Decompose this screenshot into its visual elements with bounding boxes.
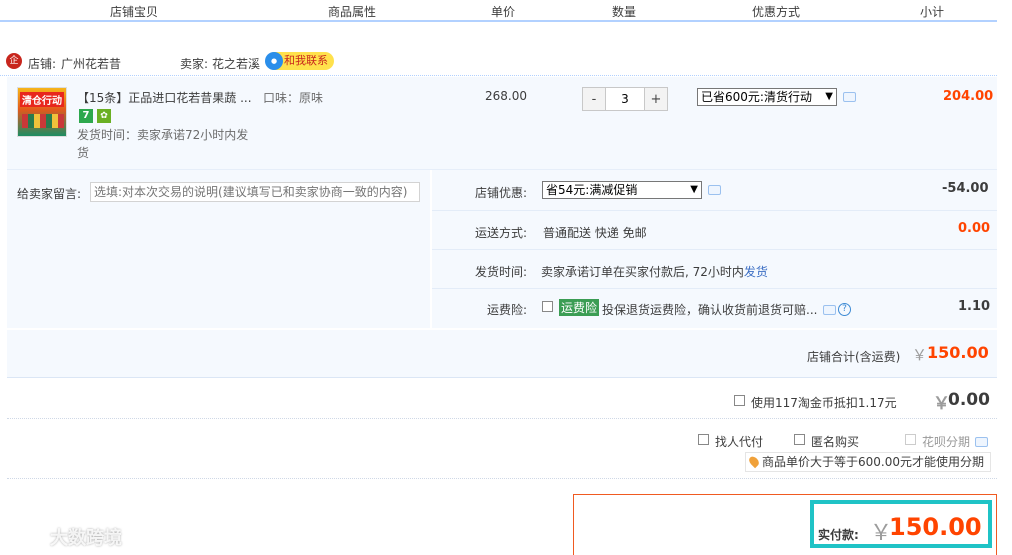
separator: [7, 478, 997, 479]
unit-price: 268.00: [485, 89, 527, 103]
huabei-checkbox[interactable]: [905, 434, 916, 445]
shop-total-bar: 店铺合计(含运费) ￥ 150.00: [7, 330, 997, 378]
col-discount: 优惠方式: [752, 5, 801, 19]
shop-total-currency: ￥: [912, 346, 928, 364]
product-attribute: 口味：原味: [263, 91, 324, 105]
payment-value: 150.00: [889, 513, 982, 541]
divider: [432, 210, 997, 211]
col-unit-price: 单价: [491, 5, 516, 19]
shop-discount-label: 店铺优惠:: [475, 186, 528, 200]
shop-header: 企 店铺: 广州花若昔 卖家: 花之若溪 ● 和我联系: [0, 50, 997, 76]
dropdown-arrow-icon: ▼: [825, 91, 833, 102]
payment-highlight: 实付款: ￥ 150.00: [810, 500, 992, 548]
quantity-increase-button[interactable]: +: [645, 88, 667, 110]
location-pin-icon: [747, 454, 761, 469]
quantity-input[interactable]: [605, 88, 645, 110]
coins-checkbox[interactable]: [734, 395, 745, 406]
insurance-amount: 1.10: [958, 299, 991, 314]
column-header: 店铺宝贝 商品属性 单价 数量 优惠方式 小计: [0, 0, 997, 22]
shop-total-label: 店铺合计(含运费): [807, 350, 901, 364]
payment-summary: 实付款: ￥ 150.00: [573, 494, 997, 555]
help-question-icon[interactable]: ?: [838, 303, 851, 316]
col-shop-item: 店铺宝贝: [110, 5, 159, 19]
huabei-tip-text: 商品单价大于等于600.00元才能使用分期: [762, 455, 984, 469]
anonymous-label: 匿名购买: [811, 435, 860, 449]
ship-time-link[interactable]: 发货: [744, 265, 768, 279]
shipping-note: 发货时间：卖家承诺72小时内发货: [77, 128, 249, 160]
remark-input[interactable]: [90, 182, 420, 202]
proxy-pay-checkbox[interactable]: [698, 434, 709, 445]
col-subtotal: 小计: [920, 5, 945, 19]
buyer-remark-section: 给卖家留言:: [7, 170, 430, 328]
contact-seller-button[interactable]: ● 和我联系: [265, 52, 334, 70]
item-discount-select[interactable]: 已省600元:清货行动 ▼: [697, 88, 837, 106]
insurance-checkbox[interactable]: [542, 301, 553, 312]
coins-label: 使用117淘金币抵扣1.17元: [751, 396, 897, 410]
wangwang-icon: ●: [265, 52, 283, 70]
item-discount-value: 已省600元:清货行动: [701, 90, 812, 104]
thumbnail-badge: 清仓行动: [20, 92, 64, 107]
cart-item-row: 清仓行动 【15条】正品进口花若昔果蔬 ... 7 ✿ 发货时间：卖家承诺72小…: [7, 77, 997, 170]
shop-discount-info-icon[interactable]: [708, 185, 721, 195]
seller-prefix: 卖家:: [180, 57, 209, 71]
product-title-link[interactable]: 【15条】正品进口花若昔果蔬 ...: [77, 89, 252, 106]
divider: [432, 249, 997, 250]
huabei-label: 花呗分期: [922, 435, 971, 449]
seller-name-link[interactable]: 花之若溪: [212, 55, 260, 72]
payment-label: 实付款:: [818, 528, 859, 542]
order-details-section: 店铺优惠: 省54元:满减促销 ▼ -54.00 运送方式: 普通配送 快递 免…: [432, 170, 997, 328]
shop-icon: 企: [6, 53, 22, 69]
delivery-amount: 0.00: [958, 221, 991, 236]
seven-day-return-icon[interactable]: 7: [79, 109, 93, 123]
leaf-badge-icon[interactable]: ✿: [97, 109, 111, 123]
shop-prefix: 店铺:: [28, 57, 57, 71]
shop-discount-value: 省54元:满减促销: [546, 183, 638, 197]
anonymous-checkbox[interactable]: [794, 434, 805, 445]
quantity-decrease-button[interactable]: -: [583, 88, 605, 110]
insurance-label: 运费险:: [487, 303, 528, 317]
separator: [7, 418, 997, 419]
shop-discount-select[interactable]: 省54元:满减促销 ▼: [542, 181, 702, 199]
shop-discount-amount: -54.00: [942, 181, 989, 196]
delivery-label: 运送方式:: [475, 226, 528, 240]
huabei-info-icon[interactable]: [975, 437, 988, 447]
col-attributes: 商品属性: [328, 5, 377, 19]
ship-time-label: 发货时间:: [475, 265, 528, 279]
divider: [432, 288, 997, 289]
ship-time-text: 卖家承诺订单在买家付款后, 72小时内发货: [541, 263, 768, 280]
insurance-info-icon[interactable]: [823, 305, 836, 315]
product-thumbnail[interactable]: 清仓行动: [17, 87, 67, 137]
insurance-tag: 运费险: [559, 299, 600, 316]
coins-value: 0.00: [948, 390, 990, 410]
delivery-method: 普通配送 快递 免邮: [543, 226, 647, 240]
item-subtotal: 204.00: [943, 89, 994, 104]
insurance-text: 投保退货运费险，确认收货前退货可赔...: [602, 303, 818, 317]
quantity-stepper: - +: [582, 87, 668, 111]
shop-name-link[interactable]: 广州花若昔: [61, 55, 121, 72]
discount-info-icon[interactable]: [843, 92, 856, 102]
ship-time-promise: 卖家承诺订单在买家付款后, 72小时内: [541, 265, 744, 279]
col-quantity: 数量: [612, 5, 637, 19]
dropdown-arrow-icon: ▼: [690, 184, 698, 195]
watermark-text: 大数跨境: [50, 528, 122, 549]
proxy-pay-label: 找人代付: [715, 435, 764, 449]
watermark-logo-icon: [9, 527, 45, 543]
shop-total-value: 150.00: [927, 343, 989, 362]
remark-label: 给卖家留言:: [17, 187, 82, 201]
contact-seller-label: 和我联系: [284, 54, 328, 67]
thumbnail-packaging: [22, 114, 64, 128]
huabei-tip: 商品单价大于等于600.00元才能使用分期: [745, 452, 991, 472]
